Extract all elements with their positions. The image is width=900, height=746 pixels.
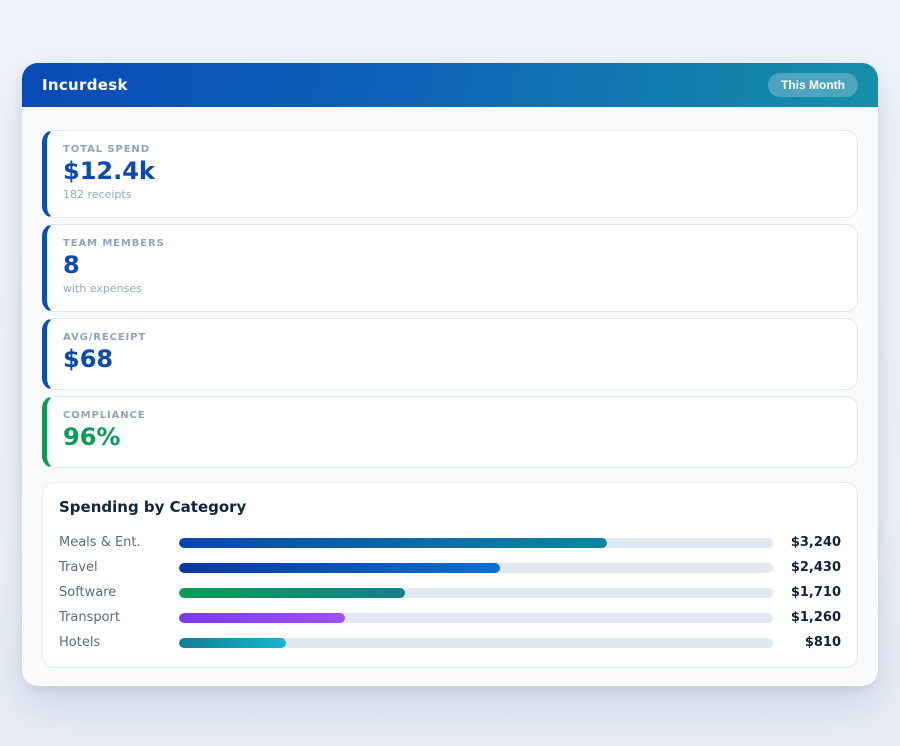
category-row-hotels: Hotels $810 bbox=[59, 630, 841, 655]
bar-fill bbox=[179, 563, 500, 573]
stat-card-total-spend: TOTAL SPEND $12.4k 182 receipts bbox=[42, 130, 858, 218]
category-row-transport: Transport $1,260 bbox=[59, 605, 841, 630]
bar-fill bbox=[179, 638, 286, 648]
category-amount: $1,710 bbox=[773, 585, 841, 600]
stat-subtext: with expenses bbox=[63, 282, 841, 295]
bar-track bbox=[179, 638, 773, 648]
stat-value: 8 bbox=[63, 252, 841, 280]
app-window: Incurdesk This Month TOTAL SPEND $12.4k … bbox=[22, 63, 878, 686]
dashboard-content: TOTAL SPEND $12.4k 182 receipts TEAM MEM… bbox=[22, 107, 878, 686]
category-label: Meals & Ent. bbox=[59, 535, 179, 550]
bar-track bbox=[179, 588, 773, 598]
stat-value: 96% bbox=[63, 424, 841, 452]
stat-label: TEAM MEMBERS bbox=[63, 238, 841, 249]
stat-value: $12.4k bbox=[63, 158, 841, 186]
stat-card-compliance: COMPLIANCE 96% bbox=[42, 396, 858, 468]
category-label: Software bbox=[59, 585, 179, 600]
bar-track bbox=[179, 563, 773, 573]
period-badge[interactable]: This Month bbox=[768, 73, 858, 97]
category-label: Travel bbox=[59, 560, 179, 575]
spending-by-category-card: Spending by Category Meals & Ent. $3,240… bbox=[42, 482, 858, 668]
bar-fill bbox=[179, 588, 405, 598]
stat-label: TOTAL SPEND bbox=[63, 144, 841, 155]
category-label: Transport bbox=[59, 610, 179, 625]
category-amount: $810 bbox=[773, 635, 841, 650]
bar-fill bbox=[179, 538, 607, 548]
bar-track bbox=[179, 613, 773, 623]
bar-track bbox=[179, 538, 773, 548]
bar-fill bbox=[179, 613, 345, 623]
app-title: Incurdesk bbox=[42, 76, 128, 94]
app-header: Incurdesk This Month bbox=[22, 63, 878, 107]
stat-card-avg-receipt: AVG/RECEIPT $68 bbox=[42, 318, 858, 390]
category-card-title: Spending by Category bbox=[59, 498, 841, 516]
category-label: Hotels bbox=[59, 635, 179, 650]
stat-card-team-members: TEAM MEMBERS 8 with expenses bbox=[42, 224, 858, 312]
stat-label: AVG/RECEIPT bbox=[63, 332, 841, 343]
category-amount: $3,240 bbox=[773, 535, 841, 550]
category-row-software: Software $1,710 bbox=[59, 580, 841, 605]
category-amount: $1,260 bbox=[773, 610, 841, 625]
stat-subtext: 182 receipts bbox=[63, 188, 841, 201]
category-row-travel: Travel $2,430 bbox=[59, 555, 841, 580]
stat-label: COMPLIANCE bbox=[63, 410, 841, 421]
category-row-meals: Meals & Ent. $3,240 bbox=[59, 530, 841, 555]
stat-value: $68 bbox=[63, 346, 841, 374]
category-amount: $2,430 bbox=[773, 560, 841, 575]
